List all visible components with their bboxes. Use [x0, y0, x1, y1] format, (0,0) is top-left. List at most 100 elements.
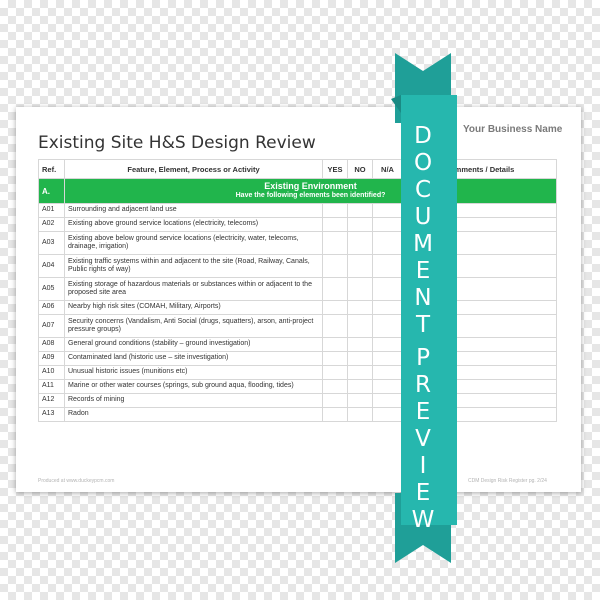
row-ref: A02 [38, 217, 65, 232]
row-feature: Existing storage of hazardous materials … [64, 277, 323, 301]
row-ref: A04 [38, 254, 65, 278]
table-row: A08 General ground conditions (stability… [38, 337, 557, 352]
document-title: Existing Site H&S Design Review [38, 133, 316, 153]
row-feature: Nearby high risk sites (COMAH, Military,… [64, 300, 323, 315]
yes-cell[interactable] [322, 300, 348, 315]
no-cell[interactable] [347, 300, 373, 315]
no-cell[interactable] [347, 365, 373, 380]
no-cell[interactable] [347, 314, 373, 338]
yes-cell[interactable] [322, 351, 348, 366]
row-ref: A09 [38, 351, 65, 366]
col-header-no: NO [347, 159, 373, 179]
no-cell[interactable] [347, 254, 373, 278]
no-cell[interactable] [347, 203, 373, 218]
section-ref: A. [38, 178, 65, 204]
row-ref: A05 [38, 277, 65, 301]
ribbon-letter: U [414, 204, 432, 230]
ribbon-letter: E [415, 258, 431, 284]
ribbon-letter: T [415, 312, 431, 338]
row-ref: A10 [38, 365, 65, 380]
ribbon-word-preview: PREVIEW [387, 345, 459, 534]
section-title: Existing Environment [264, 181, 357, 191]
col-header-ref: Ref. [38, 159, 65, 179]
yes-cell[interactable] [322, 393, 348, 408]
row-ref: A08 [38, 337, 65, 352]
yes-cell[interactable] [322, 217, 348, 232]
row-ref: A06 [38, 300, 65, 315]
no-cell[interactable] [347, 351, 373, 366]
business-name: Your Business Name [463, 124, 563, 135]
yes-cell[interactable] [322, 379, 348, 394]
yes-cell[interactable] [322, 407, 348, 422]
row-feature: Records of mining [64, 393, 323, 408]
row-ref: A03 [38, 231, 65, 255]
review-table: Ref. Feature, Element, Process or Activi… [38, 159, 557, 422]
no-cell[interactable] [347, 407, 373, 422]
ribbon-letter: D [414, 123, 432, 149]
col-header-feature: Feature, Element, Process or Activity [64, 159, 323, 179]
row-ref: A12 [38, 393, 65, 408]
ribbon-word-document: DOCUMENT [387, 123, 459, 339]
table-row: A07 Security concerns (Vandalism, Anti S… [38, 314, 557, 338]
yes-cell[interactable] [322, 365, 348, 380]
table-row: A13 Radon [38, 407, 557, 422]
no-cell[interactable] [347, 337, 373, 352]
no-cell[interactable] [347, 393, 373, 408]
yes-cell[interactable] [322, 231, 348, 255]
table-row: A09 Contaminated land (historic use – si… [38, 351, 557, 366]
row-ref: A07 [38, 314, 65, 338]
ribbon-label: DOCUMENT PREVIEW [387, 123, 459, 534]
table-row: A05 Existing storage of hazardous materi… [38, 277, 557, 301]
footer-right-text: CDM Design Risk Register pg. 2/24 [468, 478, 547, 484]
yes-cell[interactable] [322, 277, 348, 301]
row-feature: General ground conditions (stability – g… [64, 337, 323, 352]
ribbon-letter: C [414, 177, 432, 203]
row-ref: A01 [38, 203, 65, 218]
table-header-row: Ref. Feature, Element, Process or Activi… [38, 159, 557, 179]
ribbon-letter: R [415, 372, 431, 398]
ribbon-letter: E [415, 399, 431, 425]
ribbon-letter: E [415, 480, 431, 506]
row-feature: Existing traffic systems within and adja… [64, 254, 323, 278]
row-feature: Radon [64, 407, 323, 422]
table-row: A10 Unusual historic issues (munitions e… [38, 365, 557, 380]
yes-cell[interactable] [322, 254, 348, 278]
no-cell[interactable] [347, 231, 373, 255]
row-ref: A11 [38, 379, 65, 394]
document-page: Existing Site H&S Design Review Your Bus… [16, 107, 581, 492]
row-feature: Surrounding and adjacent land use [64, 203, 323, 218]
no-cell[interactable] [347, 379, 373, 394]
document-preview-ribbon: DOCUMENT PREVIEW [387, 53, 459, 563]
table-row: A04 Existing traffic systems within and … [38, 254, 557, 278]
row-ref: A13 [38, 407, 65, 422]
ribbon-letter: N [414, 285, 432, 311]
table-row: A02 Existing above ground service locati… [38, 217, 557, 232]
table-row: A03 Existing above below ground service … [38, 231, 557, 255]
no-cell[interactable] [347, 217, 373, 232]
row-feature: Security concerns (Vandalism, Anti Socia… [64, 314, 323, 338]
yes-cell[interactable] [322, 337, 348, 352]
row-feature: Existing above ground service locations … [64, 217, 323, 232]
section-subtitle: Have the following elements been identif… [235, 192, 386, 199]
ribbon-letter: I [419, 453, 427, 479]
col-header-yes: YES [322, 159, 348, 179]
ribbon-letter: V [415, 426, 431, 452]
yes-cell[interactable] [322, 314, 348, 338]
ribbon-letter: P [416, 345, 430, 371]
table-row: A06 Nearby high risk sites (COMAH, Milit… [38, 300, 557, 315]
no-cell[interactable] [347, 277, 373, 301]
section-row: A. Existing Environment Have the followi… [38, 178, 557, 204]
table-row: A11 Marine or other water courses (sprin… [38, 379, 557, 394]
row-feature: Existing above below ground service loca… [64, 231, 323, 255]
row-feature: Marine or other water courses (springs, … [64, 379, 323, 394]
yes-cell[interactable] [322, 203, 348, 218]
table-row: A01 Surrounding and adjacent land use [38, 203, 557, 218]
ribbon-letter: O [413, 150, 433, 176]
row-feature: Unusual historic issues (munitions etc) [64, 365, 323, 380]
table-row: A12 Records of mining [38, 393, 557, 408]
footer-left-text: Produced at www.duckeypcm.com [38, 478, 115, 484]
section-heading: Existing Environment Have the following … [64, 178, 557, 204]
ribbon-letter: W [411, 507, 435, 533]
row-feature: Contaminated land (historic use – site i… [64, 351, 323, 366]
ribbon-letter: M [413, 231, 433, 257]
